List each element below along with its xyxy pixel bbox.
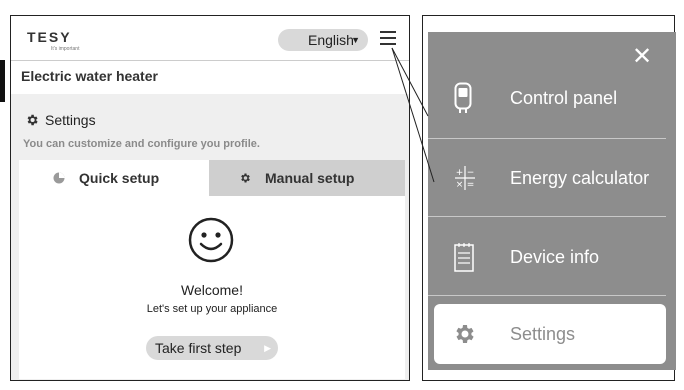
tesy-logo: TESY <box>27 29 72 45</box>
menu-item-label: Energy calculator <box>510 168 650 188</box>
edge-marker <box>0 60 5 102</box>
menu-item-label: Settings <box>510 324 576 344</box>
water-heater-icon <box>454 82 472 113</box>
settings-subtitle: You can customize and configure you prof… <box>23 138 260 150</box>
setup-tabs: Quick setup Manual setup <box>19 160 405 196</box>
app-screen: TESY It's important English ▼ Electric w… <box>10 15 410 381</box>
take-first-step-button[interactable]: Take first step ▶ <box>146 336 278 360</box>
menu-item-label: Device info <box>510 247 600 267</box>
gear-icon <box>456 325 474 343</box>
menu-item-energy-calculator[interactable]: + − × = Energy calculator <box>428 163 666 195</box>
settings-title: Settings <box>45 112 96 128</box>
tab-quick-setup[interactable]: Quick setup <box>19 160 209 196</box>
device-title: Electric water heater <box>21 68 158 84</box>
close-icon[interactable]: ✕ <box>632 42 652 70</box>
logo-tagline: It's important <box>51 46 80 52</box>
gear-icon <box>27 114 38 126</box>
hamburger-menu-icon[interactable] <box>380 31 396 45</box>
menu-divider <box>428 216 666 217</box>
svg-text:+: + <box>456 168 464 178</box>
menu-item-device-info[interactable]: Device info <box>428 240 666 274</box>
take-first-step-label: Take first step <box>155 340 242 356</box>
smiley-icon <box>188 217 234 263</box>
menu-divider <box>428 295 666 296</box>
calculator-icon: + − × = <box>455 166 475 190</box>
menu-divider <box>428 138 666 139</box>
document-icon <box>454 243 474 272</box>
timer-icon <box>53 172 65 184</box>
settings-heading: Settings <box>25 112 96 128</box>
gear-icon <box>241 173 250 183</box>
app-header: TESY It's important English ▼ <box>11 16 409 61</box>
svg-text:−: − <box>467 168 475 178</box>
menu-item-settings[interactable]: Settings <box>434 304 666 364</box>
welcome-subtitle: Let's set up your appliance <box>146 303 278 315</box>
menu-item-label: Control panel <box>510 88 618 108</box>
menu-item-control-panel[interactable]: Control panel <box>428 80 666 118</box>
arrow-right-icon: ▶ <box>264 343 271 353</box>
welcome-title: Welcome! <box>181 282 243 298</box>
welcome-panel: Welcome! Let's set up your appliance Tak… <box>19 196 405 379</box>
language-label: English <box>308 32 354 48</box>
chevron-down-icon: ▼ <box>351 35 360 45</box>
svg-text:=: = <box>467 180 475 190</box>
svg-text:×: × <box>456 180 464 190</box>
tab-manual-setup[interactable]: Manual setup <box>209 160 405 196</box>
tab-quick-setup-label: Quick setup <box>79 170 160 186</box>
tab-manual-setup-label: Manual setup <box>265 170 355 186</box>
language-selector[interactable]: English ▼ <box>278 29 368 51</box>
